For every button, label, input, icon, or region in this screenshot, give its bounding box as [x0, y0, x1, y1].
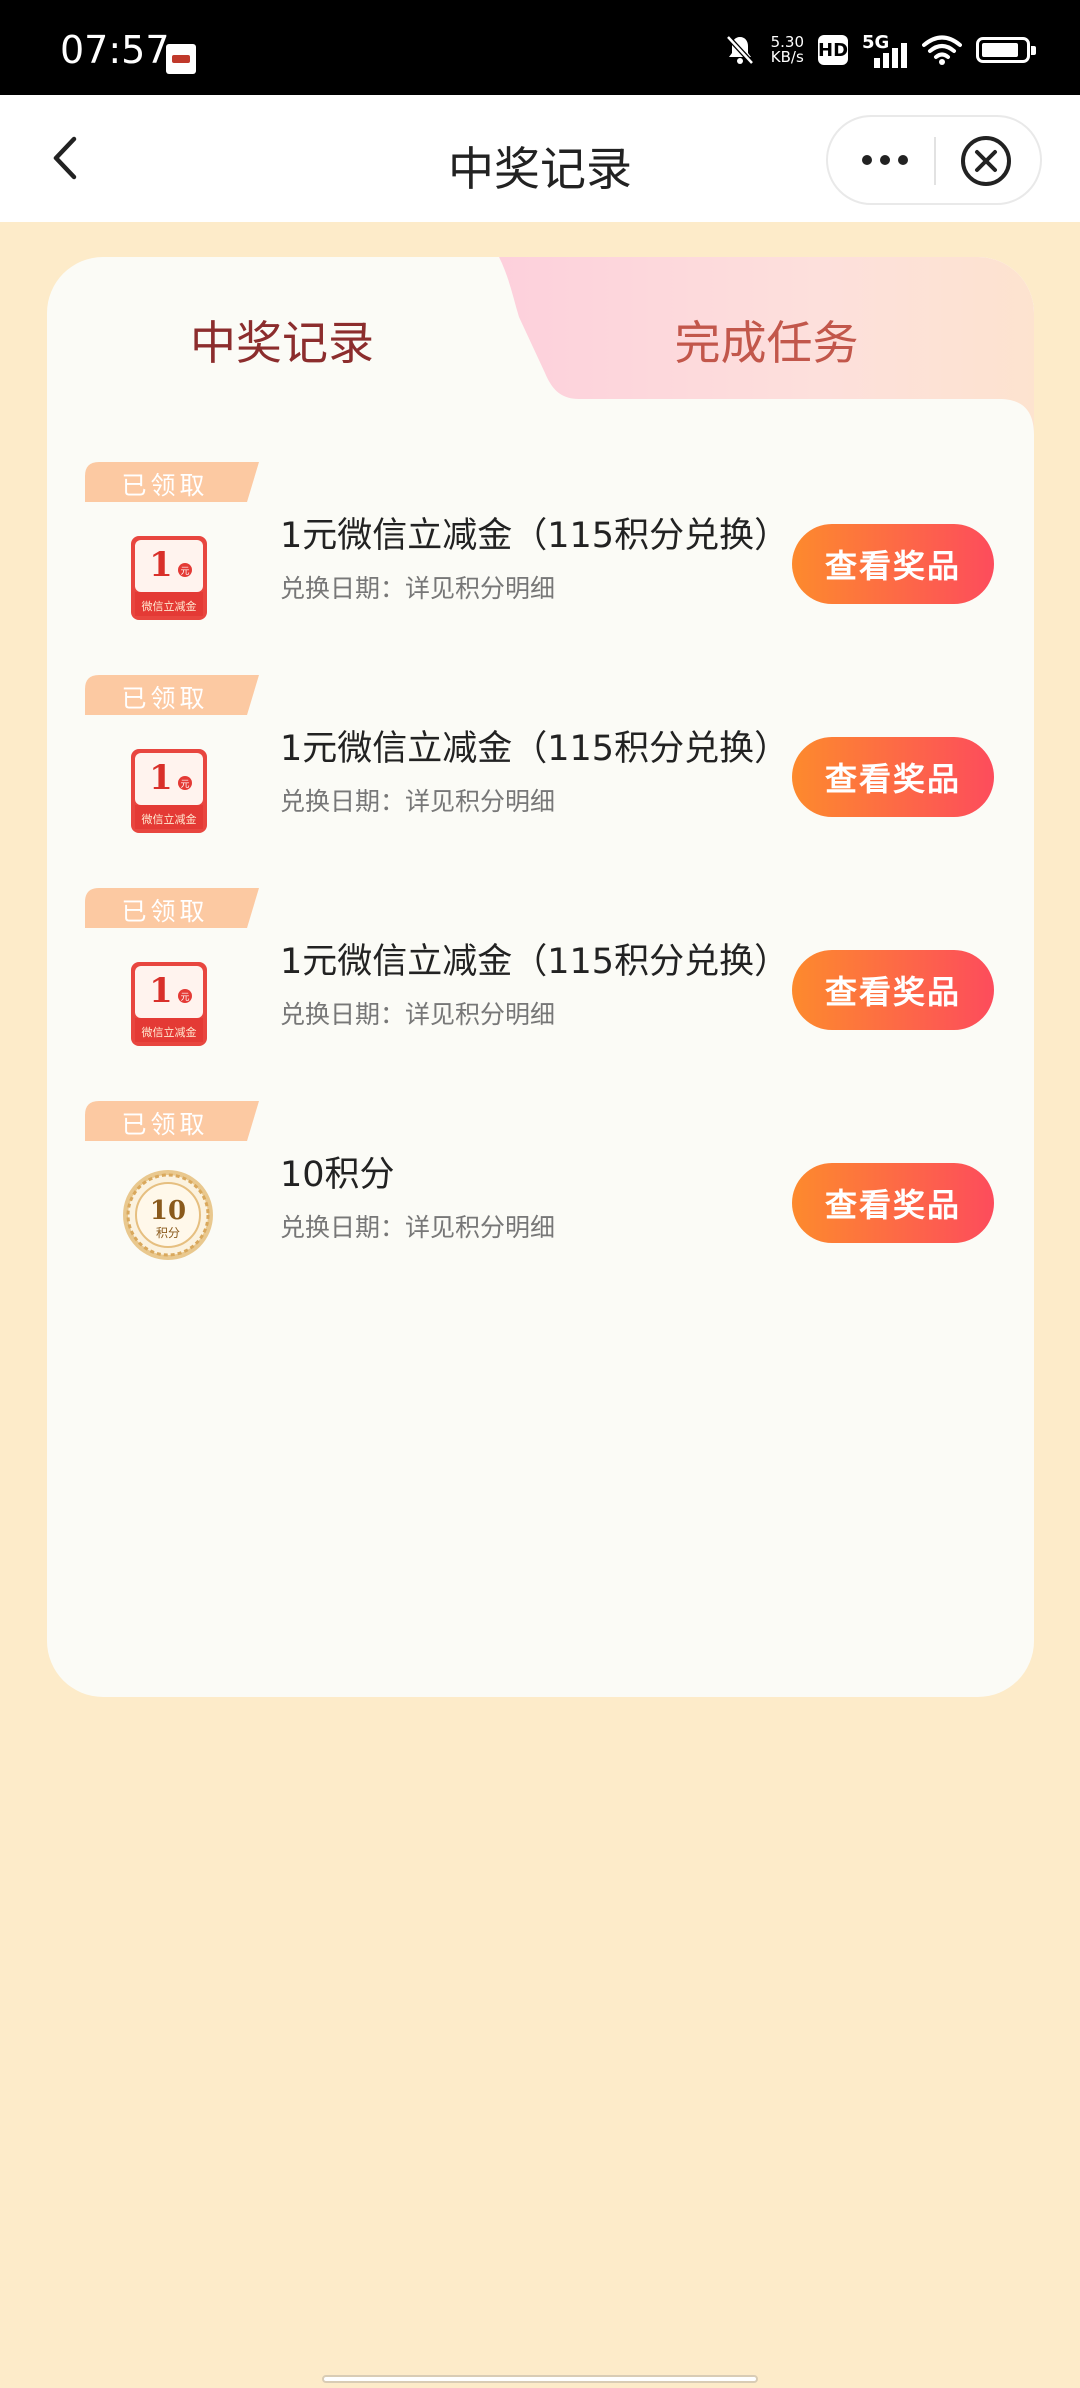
coin-caption: 积分 [156, 1226, 180, 1240]
gold-coin-icon: 10 积分 [123, 1170, 213, 1260]
record-item: 已领取 1 元 微信立减金 1元微信立减金（115积分兑换） 兑换日期：详见积分… [47, 462, 1034, 675]
more-options-icon[interactable] [850, 137, 920, 183]
view-prize-button[interactable]: 查看奖品 [792, 737, 994, 817]
coupon-amount: 1 [149, 758, 173, 798]
home-indicator[interactable] [322, 2375, 758, 2383]
network-speed-unit: KB/s [770, 48, 804, 66]
view-prize-button[interactable]: 查看奖品 [792, 1163, 994, 1243]
tab-bar: 中奖记录 完成任务 [47, 257, 1034, 435]
record-date: 兑换日期：详见积分明细 [280, 1213, 556, 1242]
record-title: 10积分 [280, 1155, 395, 1195]
network-type-label: 5G [862, 32, 890, 53]
coupon-unit: 元 [180, 993, 189, 1003]
coupon-unit: 元 [180, 567, 189, 577]
view-prize-button[interactable]: 查看奖品 [792, 524, 994, 604]
status-tag: 已领取 [121, 684, 209, 713]
status-tag: 已领取 [121, 1110, 209, 1139]
coupon-amount: 1 [149, 971, 173, 1011]
record-date: 兑换日期：详见积分明细 [280, 1000, 556, 1029]
capsule-divider [934, 137, 936, 185]
red-envelope-coupon-icon: 1 元 微信立减金 [131, 749, 207, 833]
network-speed: 5.30 KB/s [771, 35, 804, 65]
battery-icon [976, 37, 1036, 63]
coupon-caption: 微信立减金 [142, 1025, 197, 1039]
record-item: 已领取 10 积分 10积分 兑换日期：详见积分明细 查看奖品 [47, 1101, 1034, 1314]
records-card: 中奖记录 完成任务 已领取 1 元 微信立减金 1元微信立减金（115积分兑换）… [47, 257, 1034, 1697]
status-icons: 5.30 KB/s HD 5G [723, 30, 1036, 70]
coupon-caption: 微信立减金 [142, 599, 197, 613]
status-bar: 07:57 5.30 KB/s HD 5G [0, 0, 1080, 95]
nav-bar: 中奖记录 [0, 95, 1080, 222]
coupon-caption: 微信立减金 [142, 812, 197, 826]
status-tag: 已领取 [121, 897, 209, 926]
bell-muted-icon [725, 35, 754, 65]
record-date: 兑换日期：详见积分明细 [280, 787, 556, 816]
hd-icon: HD [818, 35, 848, 65]
tab-win-records[interactable]: 中奖记录 [47, 307, 517, 373]
record-item: 已领取 1 元 微信立减金 1元微信立减金（115积分兑换） 兑换日期：详见积分… [47, 888, 1034, 1101]
wifi-icon [922, 35, 962, 65]
view-prize-button[interactable]: 查看奖品 [792, 950, 994, 1030]
record-title: 1元微信立减金（115积分兑换） [280, 516, 790, 556]
record-item: 已领取 1 元 微信立减金 1元微信立减金（115积分兑换） 兑换日期：详见积分… [47, 675, 1034, 888]
status-tag: 已领取 [121, 471, 209, 500]
coupon-unit: 元 [180, 780, 189, 790]
close-circle-icon[interactable] [960, 135, 1012, 187]
red-envelope-coupon-icon: 1 元 微信立减金 [131, 536, 207, 620]
app-notification-icon [166, 44, 196, 74]
coin-amount: 10 [150, 1196, 186, 1226]
record-title: 1元微信立减金（115积分兑换） [280, 729, 790, 769]
status-time: 07:57 [60, 28, 170, 72]
tab-complete-tasks[interactable]: 完成任务 [499, 307, 1034, 373]
red-envelope-coupon-icon: 1 元 微信立减金 [131, 962, 207, 1046]
miniprogram-capsule [826, 115, 1042, 205]
coupon-amount: 1 [149, 545, 173, 585]
record-date: 兑换日期：详见积分明细 [280, 574, 556, 603]
record-title: 1元微信立减金（115积分兑换） [280, 942, 790, 982]
records-list: 已领取 1 元 微信立减金 1元微信立减金（115积分兑换） 兑换日期：详见积分… [47, 462, 1034, 1314]
signal-5g-icon: 5G [862, 32, 908, 68]
